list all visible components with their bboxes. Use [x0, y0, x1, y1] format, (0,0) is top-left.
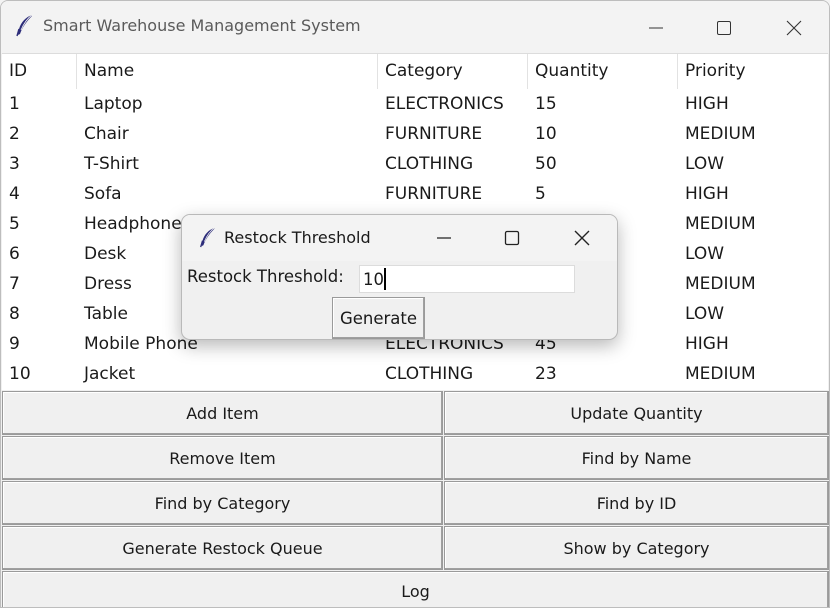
cell-quantity: 15: [535, 94, 557, 114]
minimize-button[interactable]: [633, 11, 679, 45]
remove-item-button[interactable]: Remove Item: [2, 436, 443, 480]
dialog-maximize-button[interactable]: [492, 223, 532, 253]
restock-threshold-label: Restock Threshold:: [187, 267, 344, 286]
restock-threshold-dialog: Restock Threshold Restock Threshold: Gen…: [181, 214, 618, 340]
cell-priority: LOW: [685, 304, 725, 324]
cell-id: 8: [9, 304, 20, 324]
minimize-icon: [649, 27, 663, 29]
cell-category: CLOTHING: [385, 364, 474, 384]
column-header-quantity[interactable]: Quantity: [528, 54, 678, 89]
cell-priority: LOW: [685, 244, 725, 264]
column-header-priority[interactable]: Priority: [678, 54, 828, 89]
feather-icon: [13, 13, 37, 37]
table-row[interactable]: 3 T-Shirt CLOTHING 50 LOW: [2, 149, 828, 179]
cell-priority: HIGH: [685, 94, 729, 114]
cell-id: 4: [9, 184, 20, 204]
window-title: Smart Warehouse Management System: [43, 16, 361, 35]
cell-name: Sofa: [84, 184, 122, 204]
show-by-category-button[interactable]: Show by Category: [444, 526, 829, 570]
maximize-button[interactable]: [701, 11, 747, 45]
table-row[interactable]: 10 Jacket CLOTHING 23 MEDIUM: [2, 359, 828, 389]
minimize-icon: [437, 237, 451, 239]
log-button[interactable]: Log: [2, 571, 829, 607]
cell-priority: LOW: [685, 154, 725, 174]
cell-quantity: 5: [535, 184, 546, 204]
cell-id: 1: [9, 94, 20, 114]
cell-id: 2: [9, 124, 20, 144]
find-by-name-button[interactable]: Find by Name: [444, 436, 829, 480]
update-quantity-button[interactable]: Update Quantity: [444, 391, 829, 435]
cell-name: Chair: [84, 124, 129, 144]
find-by-id-button[interactable]: Find by ID: [444, 481, 829, 525]
feather-icon: [197, 226, 219, 248]
main-titlebar[interactable]: Smart Warehouse Management System: [1, 1, 829, 53]
maximize-icon: [504, 230, 520, 246]
dialog-titlebar[interactable]: Restock Threshold: [182, 215, 617, 261]
cell-quantity: 10: [535, 124, 557, 144]
column-header-name[interactable]: Name: [77, 54, 378, 89]
dialog-minimize-button[interactable]: [424, 223, 464, 253]
cell-priority: HIGH: [685, 184, 729, 204]
cell-name: T-Shirt: [84, 154, 139, 174]
close-button[interactable]: [771, 11, 817, 45]
dialog-title: Restock Threshold: [224, 228, 371, 247]
cell-id: 6: [9, 244, 20, 264]
cell-id: 7: [9, 274, 20, 294]
text-cursor: [384, 268, 386, 290]
cell-id: 5: [9, 214, 20, 234]
cell-category: FURNITURE: [385, 184, 483, 204]
cell-priority: MEDIUM: [685, 124, 756, 144]
maximize-icon: [717, 21, 731, 35]
cell-name: Laptop: [84, 94, 143, 114]
cell-category: ELECTRONICS: [385, 94, 504, 114]
cell-name: Jacket: [84, 364, 136, 384]
cell-category: CLOTHING: [385, 154, 474, 174]
cell-priority: HIGH: [685, 334, 729, 354]
cell-id: 9: [9, 334, 20, 354]
generate-button[interactable]: Generate: [332, 297, 425, 339]
table-row[interactable]: 2 Chair FURNITURE 10 MEDIUM: [2, 119, 828, 149]
add-item-button[interactable]: Add Item: [2, 391, 443, 435]
find-by-category-button[interactable]: Find by Category: [2, 481, 443, 525]
table-row[interactable]: 1 Laptop ELECTRONICS 15 HIGH: [2, 89, 828, 119]
dialog-close-button[interactable]: [562, 223, 602, 253]
cell-id: 10: [9, 364, 31, 384]
cell-quantity: 23: [535, 364, 557, 384]
cell-category: FURNITURE: [385, 124, 483, 144]
cell-priority: MEDIUM: [685, 364, 756, 384]
column-header-id[interactable]: ID: [2, 54, 77, 89]
close-icon: [786, 20, 802, 36]
close-icon: [574, 230, 590, 246]
table-row[interactable]: 4 Sofa FURNITURE 5 HIGH: [2, 179, 828, 209]
cell-priority: MEDIUM: [685, 274, 756, 294]
column-header-category[interactable]: Category: [378, 54, 528, 89]
restock-threshold-input[interactable]: [359, 265, 575, 293]
table-header: ID Name Category Quantity Priority: [2, 54, 828, 89]
cell-priority: MEDIUM: [685, 214, 756, 234]
generate-restock-queue-button[interactable]: Generate Restock Queue: [2, 526, 443, 570]
cell-id: 3: [9, 154, 20, 174]
cell-quantity: 50: [535, 154, 557, 174]
